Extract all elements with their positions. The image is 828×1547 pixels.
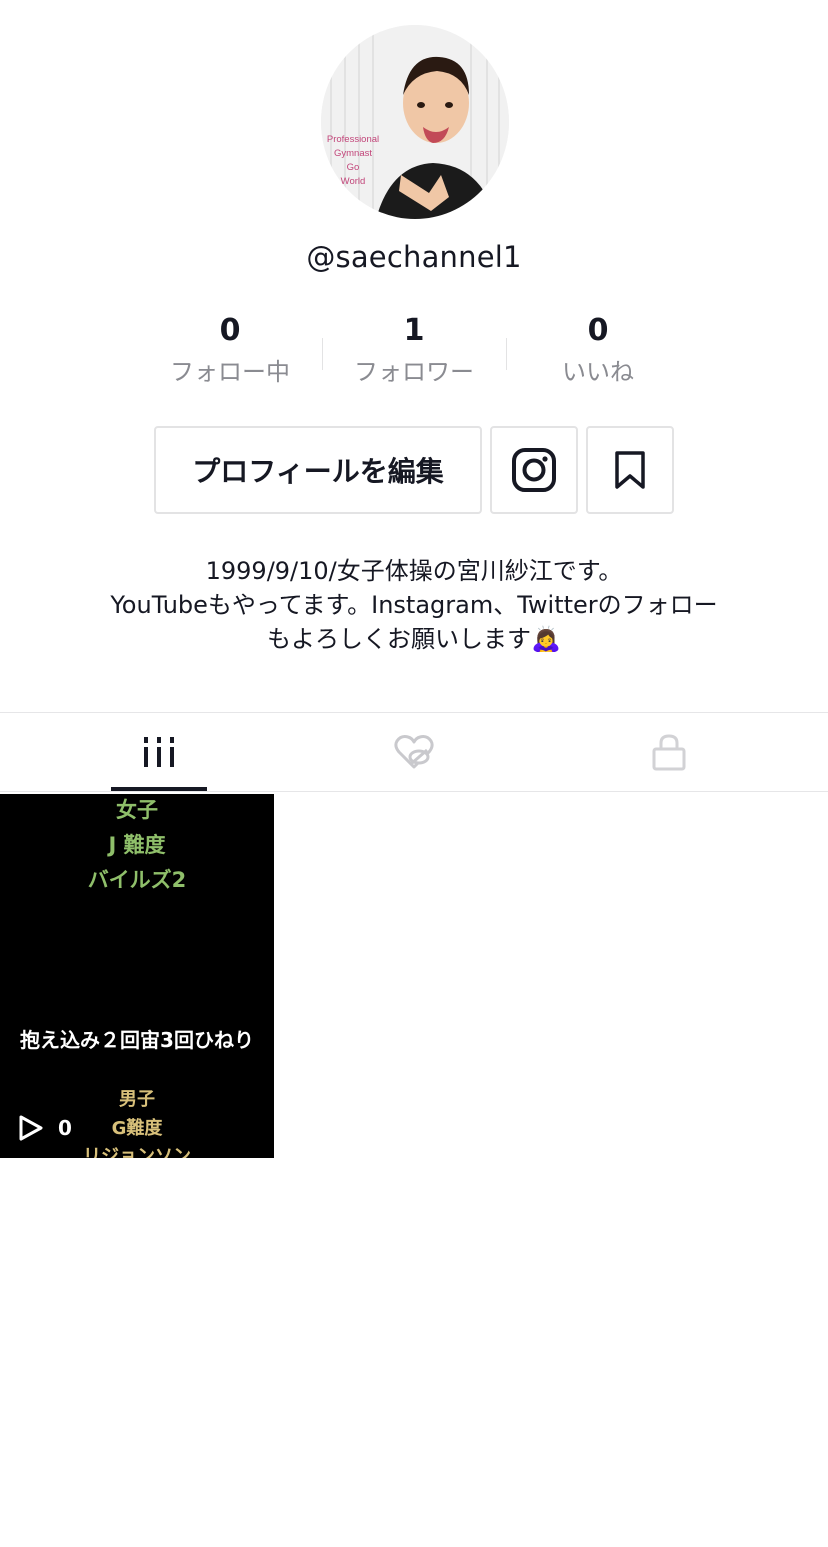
stat-divider (322, 338, 323, 370)
thumb-text: バイルズ2 (87, 868, 187, 892)
stat-followers-count: 1 (403, 313, 425, 348)
profile-handle: @saechannel1 (306, 240, 522, 274)
avatar-text-line: World (340, 176, 366, 187)
thumb-text: J 難度 (108, 833, 166, 857)
stat-following[interactable]: 0 フォロー中 (145, 312, 315, 388)
thumb-text: 女子 (116, 798, 158, 822)
bio-line: もよろしくお願いします🙇‍♀️ (267, 625, 561, 653)
stat-likes[interactable]: 0 いいね (513, 312, 683, 388)
profile-bio: 1999/9/10/女子体操の宮川紗江です。 YouTubeもやってます。Ins… (40, 554, 788, 656)
stat-followers-label: フォロワー (354, 358, 474, 386)
tab-liked[interactable] (276, 713, 552, 791)
thumb-text: リジョンソン (83, 1146, 191, 1158)
bookmark-icon (615, 451, 645, 489)
play-icon (19, 1115, 43, 1141)
edit-profile-button[interactable]: プロフィールを編集 (154, 426, 482, 514)
stat-likes-label: いいね (562, 358, 634, 386)
avatar-text-line: Gymnast (333, 148, 372, 159)
favorites-button[interactable] (586, 426, 674, 514)
tab-private[interactable] (531, 713, 807, 791)
avatar-text-line: Go (346, 162, 360, 173)
video-thumbnail[interactable]: 女子 J 難度 バイルズ2 抱え込み２回宙3回ひねり 男子 G難度 リジョンソン (0, 794, 274, 1158)
bio-line: YouTubeもやってます。Instagram、Twitterのフォロー (110, 591, 718, 619)
play-count: 0 (58, 1116, 72, 1140)
liked-hidden-icon (394, 735, 434, 769)
stat-divider (506, 338, 507, 370)
grid-icon (144, 737, 174, 767)
thumb-text: 男子 (119, 1089, 155, 1110)
avatar-text-line: Professional (326, 134, 380, 145)
tab-videos[interactable] (21, 713, 297, 791)
instagram-icon (512, 448, 556, 492)
stat-following-label: フォロー中 (170, 358, 290, 386)
stat-followers[interactable]: 1 フォロワー (329, 312, 499, 388)
stat-likes-count: 0 (587, 313, 609, 348)
profile-avatar[interactable]: Professional Gymnast Go World (321, 25, 509, 219)
tabs-divider (0, 791, 828, 792)
video-play-count: 0 (18, 1114, 72, 1142)
instagram-button[interactable] (490, 426, 578, 514)
thumb-text: 抱え込み２回宙3回ひねり (20, 1028, 254, 1052)
lock-icon (652, 734, 686, 771)
stat-following-count: 0 (219, 313, 241, 348)
bio-line: 1999/9/10/女子体操の宮川紗江です。 (205, 557, 623, 585)
